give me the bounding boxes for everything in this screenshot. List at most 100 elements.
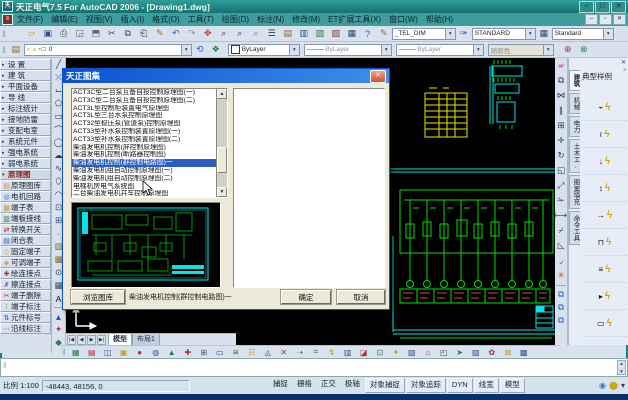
- toolbar-icon[interactable]: ↷: [184, 26, 200, 41]
- browse-library-button[interactable]: 浏览图库: [71, 290, 125, 304]
- tz-menu-command-item[interactable]: ▥ 端板接线: [0, 213, 51, 224]
- tz-bottom-tool-icon[interactable]: ➝: [292, 346, 308, 358]
- palette-tab[interactable]: 电力: [569, 116, 580, 137]
- modify-tool-icon[interactable]: ⧉: [555, 73, 568, 88]
- tz-bottom-tool-icon[interactable]: ⊡: [372, 346, 388, 358]
- atlas-list-item[interactable]: ACT3C型二台泵互备自投控制原理图(一): [72, 89, 216, 97]
- status-toggle-button[interactable]: 正交: [317, 378, 340, 391]
- dim-style-combo[interactable]: _TEL_DIM ▾: [392, 28, 456, 40]
- coordinates-display[interactable]: -48443, 48156, 0: [42, 380, 190, 392]
- toolbar-icon[interactable]: ⎗: [136, 26, 152, 41]
- tz-menu-command-item[interactable]: ⁝ 端子标注: [0, 301, 51, 312]
- tz-menu-command-item[interactable]: ⇄ 转换开关: [0, 224, 51, 235]
- toolbar-icon[interactable]: ◲: [72, 26, 88, 41]
- modify-tool-icon[interactable]: ↻: [555, 148, 568, 163]
- status-toggle-button[interactable]: 极轴: [341, 378, 364, 391]
- atlas-list-item[interactable]: ACT3L型控制柜装置电气原理图: [72, 105, 216, 113]
- layer-tool-icon[interactable]: ⟲: [192, 42, 208, 57]
- dropdown-arrow-icon[interactable]: ▾: [525, 29, 535, 39]
- layer-state-icon[interactable]: ▪: [38, 46, 40, 54]
- status-toggle-button[interactable]: 对象追踪: [406, 378, 446, 393]
- scroll-up-icon[interactable]: ▲: [619, 361, 623, 366]
- tz-menu-group-item[interactable]: ▸ 弱电系统: [0, 158, 51, 169]
- palette-tool[interactable]: ↕ ϟ: [582, 175, 627, 202]
- tz-menu-group-item[interactable]: ▾ 原理图: [0, 169, 51, 180]
- modify-tool-icon[interactable]: ⧉: [555, 314, 568, 327]
- layer-tool-icon[interactable]: ❖: [208, 42, 224, 57]
- toolbar-grip[interactable]: ‖: [60, 347, 68, 357]
- close-icon[interactable]: ✕: [621, 59, 626, 66]
- text-style-combo[interactable]: STANDARD ▾: [472, 28, 536, 40]
- menu-item[interactable]: ET扩展工具(X): [324, 14, 385, 25]
- layer-combo[interactable]: ◐☀▪□ 0 ▾: [24, 44, 192, 56]
- toolbar-icon[interactable]: ▣: [40, 26, 56, 41]
- toolbar-icon[interactable]: ▦: [344, 26, 360, 41]
- lineweight-combo[interactable]: ——— ByLayer ▾: [396, 44, 484, 56]
- menu-item[interactable]: 窗口(W): [385, 14, 422, 25]
- table-style-icon[interactable]: ▦: [536, 26, 552, 41]
- atlas-list-item[interactable]: 柴油发电机控制(群控制电路图)一: [72, 159, 216, 167]
- tz-bottom-tool-icon[interactable]: ✿: [484, 346, 500, 358]
- palette-tool[interactable]: ⌁ ϟ: [582, 94, 627, 121]
- status-icon[interactable]: ◉: [599, 381, 606, 390]
- layer-state-icon[interactable]: □: [42, 46, 46, 54]
- layer-state-icon[interactable]: ◐: [27, 46, 31, 54]
- toolbar-icon[interactable]: ▧: [312, 26, 328, 41]
- modify-tool-icon[interactable]: ✁: [555, 193, 568, 208]
- tz-bottom-tool-icon[interactable]: ⊠: [500, 346, 516, 358]
- tz-bottom-tool-icon[interactable]: ▭: [212, 346, 228, 358]
- toolbar-icon[interactable]: ⌕: [216, 26, 232, 41]
- tz-bottom-tool-icon[interactable]: ◫: [100, 346, 116, 358]
- tz-toolbar-icon[interactable]: ⊗: [576, 42, 592, 57]
- atlas-list-item[interactable]: ACT3L型三台水泵控制原理图: [72, 112, 216, 120]
- tz-bottom-tool-icon[interactable]: ≋: [228, 346, 244, 358]
- toolbar-icon[interactable]: ?: [360, 26, 376, 41]
- atlas-list-item[interactable]: ACT3C型二台泵互备自投控制原理图(二): [72, 97, 216, 105]
- overflow-arrow-icon[interactable]: »: [623, 67, 626, 73]
- tz-menu-command-item[interactable]: ▦ 端子表: [0, 202, 51, 213]
- tz-bottom-tool-icon[interactable]: ▦: [68, 346, 84, 358]
- dropdown-arrow-icon[interactable]: ▾: [445, 29, 455, 39]
- toolbar-grip[interactable]: ‖: [0, 45, 8, 55]
- tz-bottom-tool-icon[interactable]: ●: [132, 346, 148, 358]
- tz-menu-command-item[interactable]: ▤ 原理图库: [0, 180, 51, 191]
- status-toggle-button[interactable]: 线宽: [474, 378, 499, 393]
- ok-button[interactable]: 确定: [281, 290, 331, 304]
- modify-tool-icon[interactable]: ◞: [555, 253, 568, 268]
- layout-nav-button[interactable]: ▶: [87, 335, 96, 345]
- tz-menu-command-item[interactable]: ✗ 擦连接点: [0, 279, 51, 290]
- tz-bottom-tool-icon[interactable]: ➤: [452, 346, 468, 358]
- menu-item[interactable]: 标注(N): [253, 14, 288, 25]
- preview-thumbnail[interactable]: [71, 202, 221, 288]
- tz-menu-command-item[interactable]: ◈ 可调端子: [0, 257, 51, 268]
- dialog-close-button[interactable]: ✕: [370, 70, 386, 83]
- tz-toolbar-icon[interactable]: ⊕: [560, 42, 576, 57]
- tz-bottom-tool-icon[interactable]: ✕: [276, 346, 292, 358]
- layer-manager-icon[interactable]: ▤: [8, 42, 24, 57]
- toolbar-grip[interactable]: ‖: [0, 29, 8, 39]
- status-toggle-button[interactable]: 栅格: [293, 378, 316, 391]
- palette-tool[interactable]: ⊓ ϟ: [582, 229, 627, 256]
- toolbar-icon[interactable]: ⌕: [248, 26, 264, 41]
- list-scrollbar[interactable]: ▲ ▼: [216, 89, 227, 197]
- tz-bottom-tool-icon[interactable]: ↯: [324, 346, 340, 358]
- scroll-down-icon[interactable]: ▼: [619, 369, 623, 374]
- window-control-button[interactable]: –: [579, 1, 594, 13]
- tz-bottom-tool-icon[interactable]: ◍: [148, 346, 164, 358]
- dropdown-arrow-icon[interactable]: ▾: [473, 45, 483, 55]
- text-style-icon[interactable]: ✑: [456, 26, 472, 41]
- tz-menu-group-item[interactable]: ▸ 变配电室: [0, 125, 51, 136]
- tz-bottom-tool-icon[interactable]: ⌗: [308, 346, 324, 358]
- menu-item[interactable]: 文件(F): [13, 14, 47, 25]
- mdi-control-button[interactable]: ▫: [599, 14, 612, 25]
- palette-tab[interactable]: 土木工...: [569, 139, 580, 173]
- modify-tool-icon[interactable]: ⧉: [555, 301, 568, 314]
- scroll-down-icon[interactable]: ▼: [217, 187, 227, 197]
- tz-bottom-tool-icon[interactable]: ✚: [180, 346, 196, 358]
- tz-menu-command-item[interactable]: ✚ 绘连接点: [0, 268, 51, 279]
- modify-tool-icon[interactable]: ⟼: [555, 208, 568, 223]
- command-scrollbar[interactable]: ▲ ▼: [617, 360, 626, 375]
- dialog-title-bar[interactable]: 天正图集 ✕: [63, 69, 389, 83]
- toolbar-icon[interactable]: ↶: [168, 26, 184, 41]
- toolbar-icon[interactable]: ▥: [296, 26, 312, 41]
